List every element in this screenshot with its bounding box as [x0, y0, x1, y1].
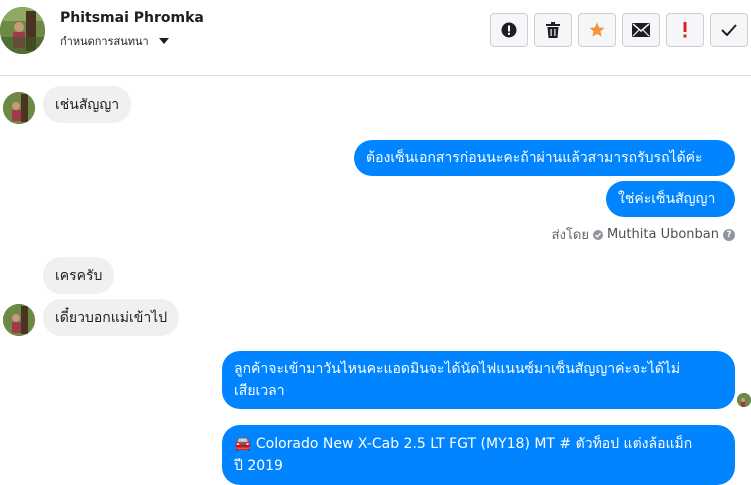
mark-unread-button[interactable]: [622, 13, 660, 47]
contact-avatar-small[interactable]: [3, 92, 35, 124]
message-text: เช่นสัญญา: [55, 96, 120, 113]
message-text: ต้องเซ็นเอกสารก่อนนะคะถ้าผ่านแล้วสามารถร…: [366, 150, 703, 166]
contact-avatar-small[interactable]: [3, 304, 35, 336]
message-bubble-incoming[interactable]: เครครับ: [43, 257, 115, 294]
seen-avatar: [737, 393, 751, 407]
trash-icon: [546, 22, 560, 38]
verified-badge-icon: [592, 229, 603, 240]
delete-button[interactable]: [534, 13, 572, 47]
follow-up-button[interactable]: [666, 13, 704, 47]
message-text: เดี๋ยวบอกแม่เข้าไป: [55, 309, 168, 326]
sent-by-indicator: ส่งโดย Muthita Ubonban ?: [552, 224, 735, 245]
star-button[interactable]: [578, 13, 616, 47]
header-toolbar: [490, 13, 748, 47]
envelope-icon: [632, 23, 650, 37]
conversation-status-label: กำหนดการสนทนา: [60, 35, 149, 48]
caret-down-icon: [158, 38, 169, 44]
message-bubble-outgoing[interactable]: 🚘 Colorado New X-Cab 2.5 LT FGT (MY18) M…: [222, 425, 735, 485]
message-bubble-incoming[interactable]: เช่นสัญญา: [43, 86, 132, 123]
contact-name[interactable]: Phitsmai Phromka: [60, 10, 204, 26]
message-text-line: 🚘 Colorado New X-Cab 2.5 LT FGT (MY18) M…: [234, 436, 693, 452]
exclamation-icon: [683, 22, 687, 38]
conversation-status-dropdown[interactable]: กำหนดการสนทนา: [60, 32, 169, 50]
message-bubble-outgoing[interactable]: ต้องเซ็นเอกสารก่อนนะคะถ้าผ่านแล้วสามารถร…: [354, 140, 735, 176]
sent-by-label: ส่งโดย: [551, 228, 589, 243]
message-text: เครครับ: [55, 267, 103, 284]
contact-avatar[interactable]: [0, 7, 45, 54]
message-text: ใช่ค่ะเซ็นสัญญา: [618, 191, 716, 207]
message-text-line: ลูกค้าจะเข้ามาวันไหนคะแอดมินจะได้นัดไฟแน…: [234, 361, 681, 377]
message-text-line: เสียเวลา: [234, 383, 285, 399]
message-bubble-outgoing[interactable]: ใช่ค่ะเซ็นสัญญา: [606, 181, 735, 217]
check-icon: [721, 24, 737, 36]
message-bubble-incoming[interactable]: เดี๋ยวบอกแม่เข้าไป: [43, 299, 180, 336]
mark-spam-button[interactable]: [490, 13, 528, 47]
mark-done-button[interactable]: [710, 13, 748, 47]
conversation-header: Phitsmai Phromka กำหนดการสนทนา: [0, 0, 751, 76]
message-bubble-outgoing[interactable]: ลูกค้าจะเข้ามาวันไหนคะแอดมินจะได้นัดไฟแน…: [222, 351, 735, 409]
alert-circle-icon: [501, 22, 517, 38]
star-icon: [589, 22, 605, 37]
help-icon[interactable]: ?: [723, 228, 735, 241]
sent-by-agent[interactable]: Muthita Ubonban: [607, 227, 719, 242]
